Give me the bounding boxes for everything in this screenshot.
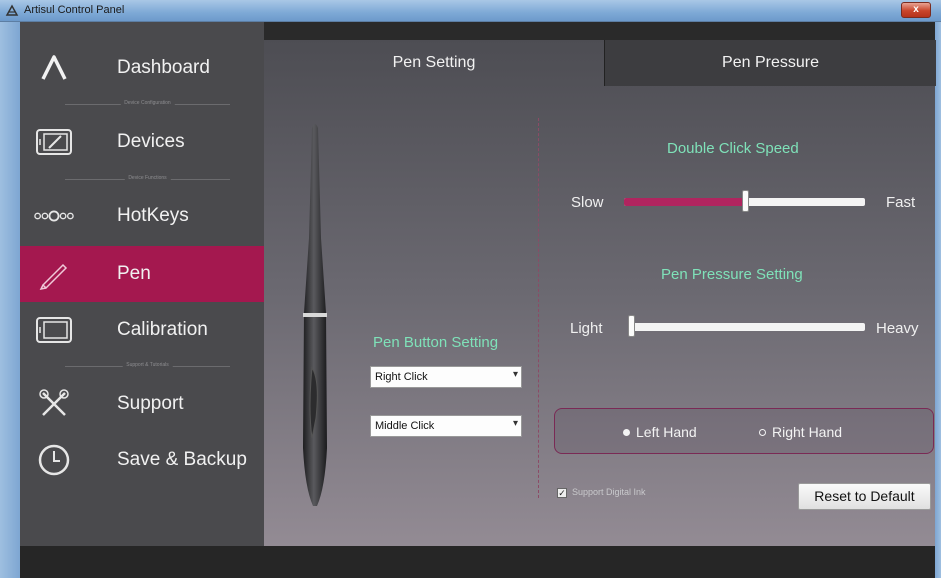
title-bar: Artisul Control Panel x <box>0 0 941 22</box>
reset-default-button[interactable]: Reset to Default <box>798 483 931 510</box>
sidebar-item-hotkeys[interactable]: HotKeys <box>20 188 264 244</box>
digital-ink-checkbox[interactable]: ✓ <box>557 488 567 498</box>
separator: Device Configuration <box>65 100 230 106</box>
sidebar-item-save-backup[interactable]: Save & Backup <box>20 432 264 488</box>
main-panel <box>264 40 935 546</box>
upper-button-select[interactable]: Right Click ▾ <box>370 366 522 388</box>
tools-icon <box>34 384 74 424</box>
sidebar-item-label: Calibration <box>117 319 208 340</box>
pen-pressure-setting-title: Pen Pressure Setting <box>661 266 803 283</box>
lower-button-select[interactable]: Middle Click ▾ <box>370 415 522 437</box>
separator: Device Functions <box>65 175 230 181</box>
light-label: Light <box>570 320 603 337</box>
digital-ink-label: Support Digital Ink <box>572 487 646 497</box>
chevron-down-icon: ▾ <box>512 418 518 429</box>
sidebar-item-support[interactable]: Support <box>20 376 264 432</box>
tab-bar: Pen Setting Pen Pressure <box>264 40 936 86</box>
divider <box>538 118 539 498</box>
sidebar-item-label: Save & Backup <box>117 449 247 470</box>
pen-illustration <box>303 124 327 506</box>
radio-selected-icon <box>623 428 630 436</box>
left-hand-radio[interactable]: Left Hand <box>623 424 697 440</box>
pen-button-setting-title: Pen Button Setting <box>373 334 499 351</box>
slider-fill <box>624 198 745 206</box>
app-icon <box>5 4 19 16</box>
artisul-logo-icon <box>34 48 74 88</box>
window-title: Artisul Control Panel <box>24 4 125 16</box>
separator: Support & Tutorials <box>65 362 230 368</box>
double-click-speed-title: Double Click Speed <box>667 140 799 157</box>
window-frame-left <box>0 22 20 578</box>
right-hand-radio[interactable]: Right Hand <box>759 424 842 440</box>
fast-label: Fast <box>886 194 916 211</box>
slow-label: Slow <box>571 194 604 211</box>
hand-selection-group: Left Hand Right Hand <box>554 408 934 454</box>
sidebar-top <box>20 22 264 40</box>
sidebar-item-calibration[interactable]: Calibration <box>20 302 264 358</box>
slider-thumb[interactable] <box>628 315 635 337</box>
pen-pressure-slider[interactable] <box>628 315 865 337</box>
sidebar: Dashboard Device Configuration Devices D… <box>20 40 264 546</box>
pen-icon <box>34 254 74 294</box>
chevron-down-icon: ▾ <box>512 369 518 380</box>
sidebar-item-devices[interactable]: Devices <box>20 114 264 170</box>
sidebar-item-pen[interactable]: Pen <box>20 246 264 302</box>
slider-thumb[interactable] <box>741 190 749 212</box>
radio-unselected-icon <box>759 428 766 436</box>
close-button[interactable]: x <box>901 2 931 18</box>
sidebar-item-label: Dashboard <box>117 57 210 78</box>
status-bar <box>20 546 935 578</box>
window-frame-right <box>935 22 941 578</box>
sidebar-item-label: HotKeys <box>117 205 189 226</box>
calibration-icon <box>34 310 74 350</box>
double-click-slider[interactable] <box>624 190 865 212</box>
tab-pen-pressure[interactable]: Pen Pressure <box>604 40 936 86</box>
tablet-icon <box>34 122 74 162</box>
heavy-label: Heavy <box>876 320 919 337</box>
hotkeys-icon <box>34 196 74 236</box>
sidebar-item-dashboard[interactable]: Dashboard <box>20 40 264 96</box>
clock-icon <box>34 440 74 480</box>
sidebar-item-label: Devices <box>117 131 185 152</box>
sidebar-item-label: Pen <box>117 263 151 284</box>
sidebar-item-label: Support <box>117 393 184 414</box>
tab-pen-setting[interactable]: Pen Setting <box>264 40 604 86</box>
